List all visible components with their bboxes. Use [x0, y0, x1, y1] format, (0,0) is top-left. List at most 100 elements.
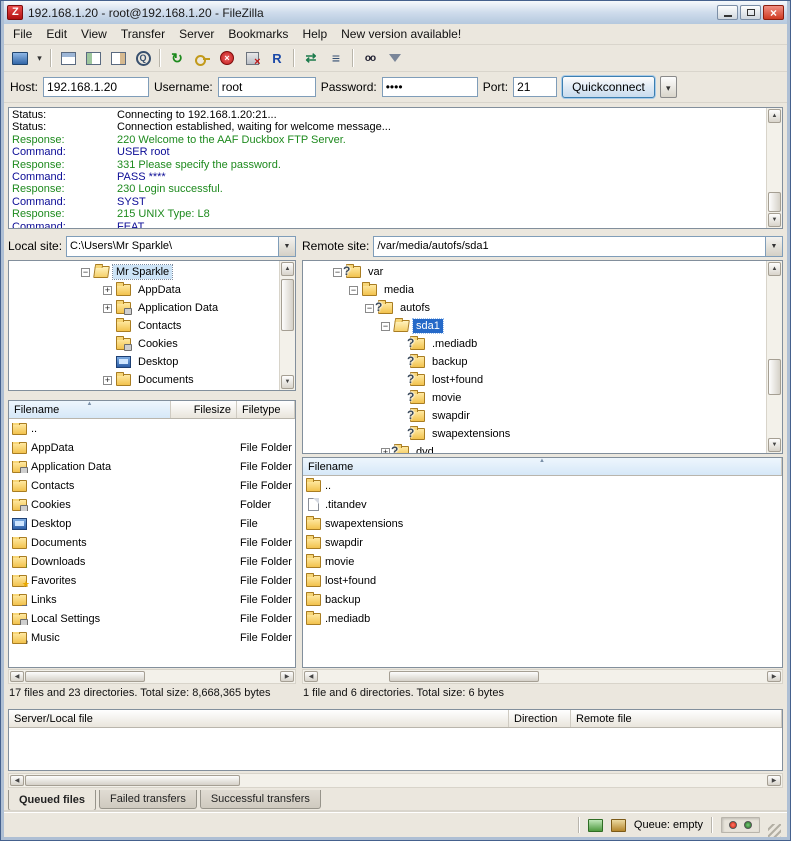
resize-grip[interactable]: [768, 824, 781, 837]
local-list-hscrollbar[interactable]: [8, 669, 296, 684]
scroll-down-button[interactable]: [768, 213, 781, 227]
chevron-down-icon[interactable]: [278, 237, 295, 256]
expand-icon[interactable]: [381, 448, 390, 455]
tree-item[interactable]: var: [305, 263, 764, 281]
tab-failed-transfers[interactable]: Failed transfers: [99, 790, 197, 809]
find-files-button[interactable]: [358, 47, 382, 70]
expand-icon[interactable]: [103, 376, 112, 385]
tree-item[interactable]: Cookies: [11, 335, 277, 353]
file-row[interactable]: .titandev: [303, 495, 782, 514]
file-row[interactable]: movie: [303, 552, 782, 571]
directory-comparison-button[interactable]: [299, 47, 323, 70]
expand-icon[interactable]: [103, 286, 112, 295]
reconnect-button[interactable]: [265, 47, 289, 70]
scroll-left-button[interactable]: [10, 671, 24, 682]
column-header-direction[interactable]: Direction: [509, 710, 571, 727]
file-row[interactable]: DesktopFile: [9, 514, 295, 533]
queue-body[interactable]: [9, 728, 782, 770]
menu-item-bookmarks[interactable]: Bookmarks: [221, 25, 295, 43]
scroll-up-button[interactable]: [281, 262, 294, 276]
quickconnect-button[interactable]: Quickconnect: [562, 76, 655, 98]
site-manager-dropdown-button[interactable]: [33, 47, 46, 70]
port-input[interactable]: [513, 77, 557, 97]
password-input[interactable]: [382, 77, 478, 97]
scroll-right-button[interactable]: [767, 775, 781, 786]
file-row[interactable]: CookiesFolder: [9, 495, 295, 514]
maximize-button[interactable]: [740, 5, 761, 20]
synchronized-browsing-button[interactable]: [324, 47, 348, 70]
tree-item[interactable]: swapextensions: [305, 425, 764, 443]
file-row[interactable]: lost+found: [303, 571, 782, 590]
file-row[interactable]: FavoritesFile Folder: [9, 571, 295, 590]
tree-item[interactable]: Desktop: [11, 353, 277, 371]
column-header-remote-file[interactable]: Remote file: [571, 710, 782, 727]
local-tree-scrollbar[interactable]: [279, 261, 295, 390]
disconnect-button[interactable]: [240, 47, 264, 70]
collapse-icon[interactable]: [365, 304, 374, 313]
tree-item[interactable]: sda1: [305, 317, 764, 335]
scroll-right-button[interactable]: [280, 671, 294, 682]
file-row[interactable]: LinksFile Folder: [9, 590, 295, 609]
menu-item-view[interactable]: View: [74, 25, 114, 43]
tree-item[interactable]: Contacts: [11, 317, 277, 335]
scrollbar-thumb[interactable]: [768, 192, 781, 212]
scroll-down-button[interactable]: [281, 375, 294, 389]
toggle-message-log-button[interactable]: [56, 47, 80, 70]
file-row[interactable]: DocumentsFile Folder: [9, 533, 295, 552]
close-button[interactable]: [763, 5, 784, 20]
file-row[interactable]: swapextensions: [303, 514, 782, 533]
remote-list-body[interactable]: .. .titandev swapextensions swapdir movi…: [303, 476, 782, 667]
scroll-left-button[interactable]: [304, 671, 318, 682]
file-row[interactable]: swapdir: [303, 533, 782, 552]
local-directory-tree[interactable]: Mr Sparkle AppData Application Data Cont…: [8, 260, 296, 391]
scroll-up-button[interactable]: [768, 109, 781, 123]
file-row[interactable]: DownloadsFile Folder: [9, 552, 295, 571]
quickconnect-dropdown-button[interactable]: [660, 76, 677, 98]
column-header-filesize[interactable]: Filesize: [171, 401, 237, 418]
scrollbar-thumb[interactable]: [25, 775, 240, 786]
local-site-combobox[interactable]: C:\Users\Mr Sparkle\: [66, 236, 296, 257]
minimize-button[interactable]: [717, 5, 738, 20]
remote-directory-tree[interactable]: var media autofs sda1 .mediadb backup lo…: [302, 260, 783, 454]
scrollbar-thumb[interactable]: [25, 671, 145, 682]
file-row[interactable]: ..: [9, 419, 295, 438]
scrollbar-thumb[interactable]: [768, 359, 781, 395]
file-row[interactable]: ContactsFile Folder: [9, 476, 295, 495]
collapse-icon[interactable]: [333, 268, 342, 277]
column-header-filename[interactable]: Filename: [9, 401, 171, 418]
tab-queued-files[interactable]: Queued files: [8, 790, 96, 811]
remote-site-combobox[interactable]: /var/media/autofs/sda1: [373, 236, 783, 257]
tree-item[interactable]: Application Data: [11, 299, 277, 317]
file-row[interactable]: AppDataFile Folder: [9, 438, 295, 457]
host-input[interactable]: [43, 77, 149, 97]
column-header-filetype[interactable]: Filetype: [237, 401, 295, 418]
remote-list-hscrollbar[interactable]: [302, 669, 783, 684]
refresh-button[interactable]: [165, 47, 189, 70]
collapse-icon[interactable]: [81, 268, 90, 277]
menu-item-help[interactable]: Help: [295, 25, 334, 43]
username-input[interactable]: [218, 77, 316, 97]
titlebar[interactable]: 192.168.1.20 - root@192.168.1.20 - FileZ…: [4, 1, 787, 24]
chevron-down-icon[interactable]: [765, 237, 782, 256]
scroll-left-button[interactable]: [10, 775, 24, 786]
expand-icon[interactable]: [103, 304, 112, 313]
scroll-right-button[interactable]: [767, 671, 781, 682]
message-log[interactable]: Status:Connecting to 192.168.1.20:21... …: [8, 107, 783, 229]
file-row[interactable]: .mediadb: [303, 609, 782, 628]
scrollbar-thumb[interactable]: [281, 279, 294, 331]
toggle-transfer-queue-button[interactable]: Q: [131, 47, 155, 70]
file-row[interactable]: ..: [303, 476, 782, 495]
cancel-operation-button[interactable]: [215, 47, 239, 70]
remote-file-list[interactable]: Filename .. .titandev swapextensions swa…: [302, 457, 783, 668]
collapse-icon[interactable]: [381, 322, 390, 331]
queue-hscrollbar[interactable]: [8, 773, 783, 788]
tree-item[interactable]: backup: [305, 353, 764, 371]
scroll-down-button[interactable]: [768, 438, 781, 452]
tree-item[interactable]: Documents: [11, 371, 277, 389]
file-row[interactable]: Local SettingsFile Folder: [9, 609, 295, 628]
tree-item[interactable]: media: [305, 281, 764, 299]
column-header-server-local-file[interactable]: Server/Local file: [9, 710, 509, 727]
menu-item-file[interactable]: File: [6, 25, 39, 43]
toggle-remote-tree-button[interactable]: [106, 47, 130, 70]
speed-limit-icon[interactable]: [611, 819, 626, 832]
